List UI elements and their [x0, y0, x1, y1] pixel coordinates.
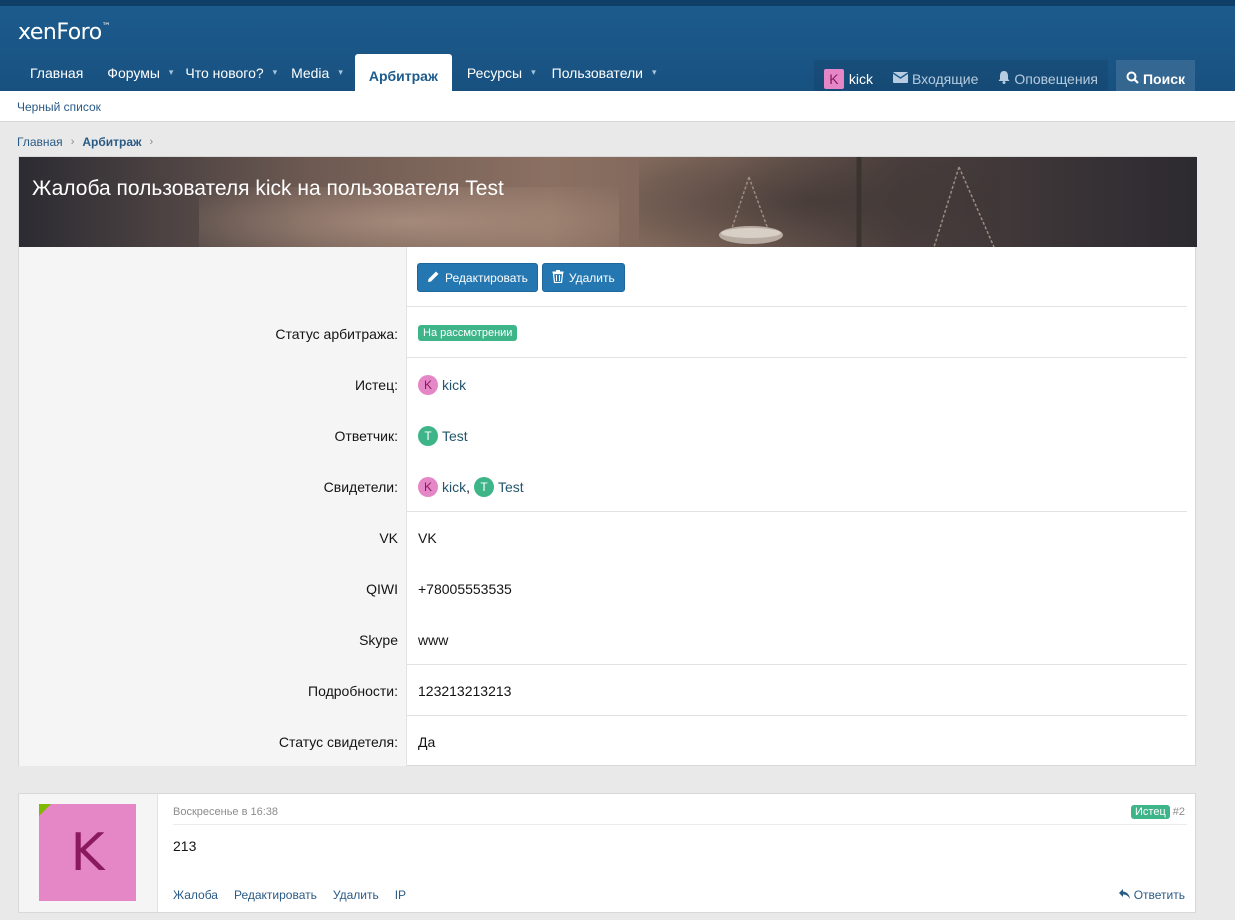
- nav-tab-resources[interactable]: Ресурсы ▾: [452, 54, 548, 91]
- post: K Воскресенье в 16:38 Истец #2 213 Жалоб…: [18, 793, 1196, 913]
- post-body: 213: [173, 838, 197, 854]
- breadcrumb: Главная › Арбитраж ›: [17, 135, 161, 149]
- vk-value: VK: [418, 530, 437, 546]
- avatar: K: [823, 68, 844, 89]
- reply-button[interactable]: Ответить: [1119, 888, 1185, 902]
- details-label: Подробности:: [308, 683, 398, 699]
- edit-link[interactable]: Редактировать: [234, 888, 317, 902]
- site-logo[interactable]: xenForo™: [18, 20, 111, 45]
- avatar: T: [418, 426, 438, 446]
- post-date[interactable]: Воскресенье в 16:38: [173, 806, 278, 818]
- witness-user-link[interactable]: K kick: [418, 477, 466, 497]
- chevron-right-icon: ›: [70, 136, 75, 148]
- nav-tab-forums[interactable]: Форумы ▾: [95, 54, 185, 91]
- search-label: Поиск: [1142, 70, 1185, 87]
- username: Test: [498, 479, 524, 495]
- status-label: Статус арбитража:: [275, 326, 398, 342]
- site-header: xenForo™ Главная Форумы ▾ Что нового? ▾ Me…: [0, 0, 1235, 97]
- divider: [407, 511, 1187, 512]
- qiwi-label: QIWI: [366, 581, 398, 597]
- divider: [407, 715, 1187, 716]
- edit-button[interactable]: Редактировать: [417, 263, 538, 292]
- pencil-icon: [427, 270, 440, 286]
- avatar: K: [418, 375, 438, 395]
- account-username: kick: [848, 70, 873, 87]
- skype-value: www: [418, 632, 449, 648]
- witness-status-value: Да: [418, 734, 436, 750]
- divider: [407, 664, 1187, 665]
- delete-button[interactable]: Удалить: [541, 263, 625, 292]
- witness-status-label: Статус свидетеля:: [278, 734, 398, 750]
- alerts-label: Оповещения: [1014, 70, 1098, 87]
- qiwi-value: +78005553535: [418, 581, 512, 597]
- plaintiff-user-link[interactable]: K kick: [418, 375, 466, 395]
- breadcrumb-arbitration[interactable]: Арбитраж: [82, 135, 141, 149]
- sub-nav: Черный список: [0, 91, 1235, 122]
- ip-link[interactable]: IP: [395, 888, 406, 902]
- defendant-user-link[interactable]: T Test: [418, 426, 468, 446]
- inbox-label: Входящие: [911, 70, 979, 87]
- delete-label: Удалить: [568, 270, 615, 285]
- page-banner: Жалоба пользователя kick на пользователя…: [19, 157, 1197, 247]
- blacklist-link[interactable]: Черный список: [17, 100, 101, 114]
- username: kick: [442, 479, 467, 495]
- post-number[interactable]: #2: [1173, 806, 1185, 818]
- envelope-icon: [892, 71, 909, 86]
- divider: [407, 306, 1187, 307]
- report-link[interactable]: Жалоба: [173, 888, 218, 902]
- divider: [173, 824, 1187, 825]
- breadcrumb-home[interactable]: Главная: [17, 135, 63, 149]
- edit-label: Редактировать: [445, 270, 528, 285]
- post-header-right: Истец #2: [1131, 805, 1185, 819]
- page-title: Жалоба пользователя kick на пользователя…: [32, 177, 504, 200]
- plaintiff-label: Истец:: [354, 377, 398, 393]
- status-badge: На рассмотрении: [418, 325, 518, 341]
- avatar: T: [474, 477, 495, 497]
- main-nav: Главная Форумы ▾ Что нового? ▾ Media ▾ Арби…: [18, 54, 669, 97]
- nav-tab-home[interactable]: Главная: [18, 54, 95, 91]
- avatar: K: [418, 477, 438, 497]
- divider: [407, 357, 1187, 358]
- avatar[interactable]: K: [39, 804, 136, 901]
- chevron-down-icon[interactable]: ▾: [273, 67, 278, 78]
- chevron-down-icon[interactable]: ▾: [169, 67, 174, 78]
- reply-icon: [1119, 888, 1133, 902]
- arbitration-block: Жалоба пользователя kick на пользователя…: [18, 156, 1197, 766]
- witness-user-link[interactable]: T Test: [474, 477, 524, 497]
- online-indicator: [39, 804, 51, 816]
- details-value: 123213213213: [418, 683, 512, 699]
- trash-icon: [552, 269, 564, 286]
- role-badge: Истец: [1131, 805, 1170, 819]
- vk-label: VK: [379, 530, 398, 546]
- scales-image: [719, 157, 995, 247]
- reply-label: Ответить: [1133, 888, 1185, 902]
- search-icon: [1126, 71, 1139, 87]
- chevron-right-icon: ›: [149, 136, 154, 148]
- bell-icon: [998, 70, 1010, 87]
- chevron-down-icon[interactable]: ▾: [531, 67, 536, 78]
- witness-separator: ,: [466, 479, 471, 495]
- nav-tab-whats-new[interactable]: Что нового? ▾: [185, 54, 289, 91]
- witnesses-label: Свидетели:: [323, 479, 398, 495]
- delete-link[interactable]: Удалить: [333, 888, 379, 902]
- nav-tab-media[interactable]: Media ▾: [289, 54, 355, 91]
- defendant-label: Ответчик:: [334, 428, 398, 444]
- chevron-down-icon[interactable]: ▾: [652, 67, 657, 78]
- username: kick: [442, 377, 467, 393]
- post-user-column: K: [19, 794, 158, 912]
- skype-label: Skype: [359, 632, 398, 648]
- username: Test: [442, 428, 468, 444]
- nav-tab-members[interactable]: Пользователи ▾: [548, 54, 669, 91]
- post-actions: Жалоба Редактировать Удалить IP: [173, 888, 422, 902]
- chevron-down-icon[interactable]: ▾: [338, 67, 343, 78]
